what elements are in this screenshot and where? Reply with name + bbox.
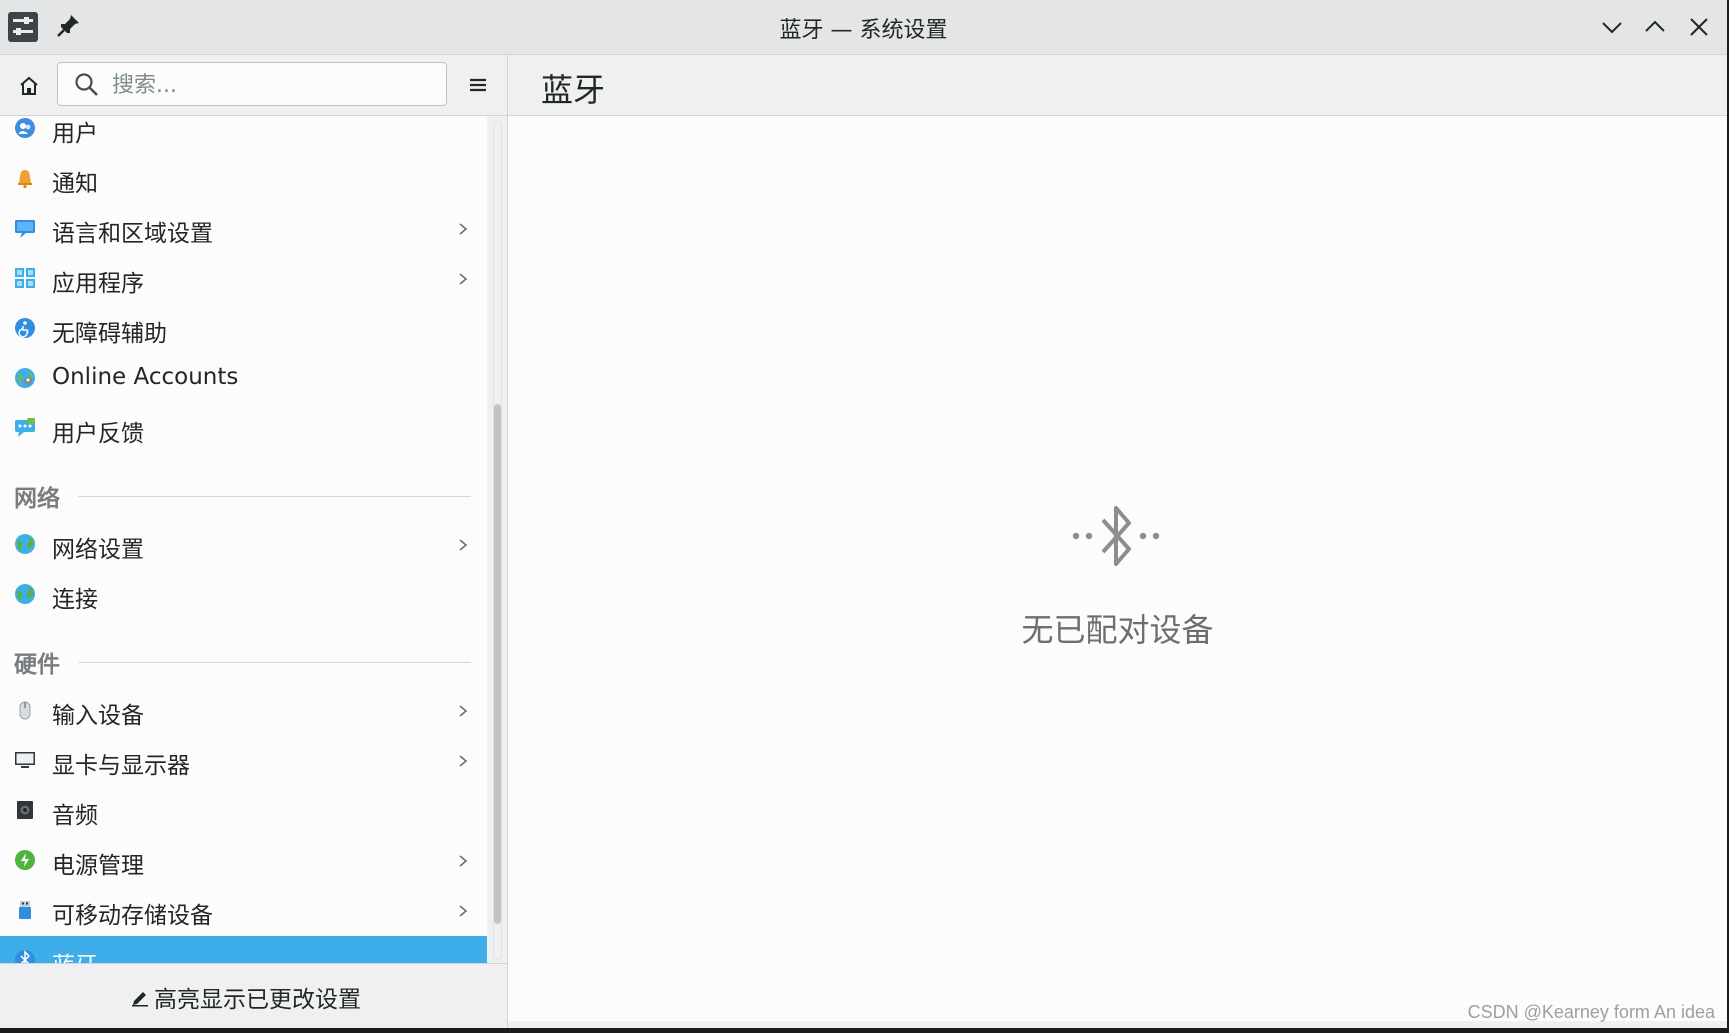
sidebar-item-user-feedback[interactable]: 用户反馈	[0, 404, 487, 454]
chevron-right-icon	[459, 905, 468, 917]
globe-icon	[15, 584, 35, 604]
edit-icon	[132, 992, 148, 1007]
bluetooth-icon	[1072, 506, 1160, 566]
sidebar-item-online-accounts[interactable]: Online Accounts	[0, 354, 487, 404]
chevron-right-icon	[459, 273, 468, 285]
section-hardware: 硬件	[0, 641, 487, 681]
section-divider	[78, 662, 471, 663]
bluetooth-icon	[15, 950, 35, 963]
search-input[interactable]	[110, 66, 434, 104]
online-accounts-icon	[15, 368, 35, 388]
page-header: 蓝牙	[508, 55, 1727, 116]
bell-icon	[18, 170, 32, 189]
globe-icon	[15, 534, 35, 554]
close-icon	[1690, 18, 1708, 36]
page-title: 蓝牙	[541, 71, 606, 109]
sidebar-item-display[interactable]: 显卡与显示器	[0, 736, 487, 786]
sidebar-item-accessibility[interactable]: 无障碍辅助	[0, 304, 487, 354]
window-title: 蓝牙 — 系统设置	[779, 18, 948, 43]
search-field[interactable]	[57, 62, 447, 106]
speaker-icon	[17, 801, 33, 819]
sidebar-toolbar	[0, 55, 507, 116]
chevron-right-icon	[459, 223, 468, 235]
title-bar[interactable]: 蓝牙 — 系统设置	[0, 0, 1727, 55]
no-paired-devices-message: 无已配对设备	[1021, 611, 1214, 649]
highlight-changed-settings-button[interactable]: 高亮显示已更改设置	[130, 979, 361, 1015]
search-icon	[75, 73, 98, 96]
chevron-right-icon	[459, 755, 468, 767]
chevron-down-icon	[1602, 22, 1622, 34]
minimize-button[interactable]	[1599, 14, 1625, 40]
home-button[interactable]	[16, 73, 42, 99]
chevron-right-icon	[459, 539, 468, 551]
maximize-button[interactable]	[1642, 14, 1668, 40]
monitor-icon	[15, 752, 35, 768]
watermark: CSDN @Kearney form An idea	[1467, 1002, 1715, 1022]
sidebar-footer: 高亮显示已更改设置	[0, 963, 507, 1028]
accessibility-icon	[15, 318, 35, 338]
sidebar-item-locale[interactable]: 语言和区域设置	[0, 204, 487, 254]
sidebar-item-network-settings[interactable]: 网络设置	[0, 520, 487, 570]
users-icon	[15, 118, 35, 138]
section-divider	[78, 496, 471, 497]
sidebar-item-removable-storage[interactable]: 可移动存储设备	[0, 886, 487, 936]
close-button[interactable]	[1686, 14, 1712, 40]
sidebar-item-notifications[interactable]: 通知	[0, 154, 487, 204]
mouse-icon	[19, 701, 31, 720]
sidebar-item-connections[interactable]: 连接	[0, 570, 487, 620]
hamburger-menu-icon	[470, 78, 486, 92]
usb-icon	[19, 901, 31, 919]
sidebar-list[interactable]: 用户 通知 语言和区域设置 应用程序 无障碍辅助 Online Accounts…	[0, 116, 487, 963]
feedback-icon	[15, 418, 35, 437]
sidebar-item-applications[interactable]: 应用程序	[0, 254, 487, 304]
settings-window: 蓝牙 — 系统设置 蓝牙 用户	[0, 0, 1727, 1028]
locale-icon	[15, 220, 35, 238]
power-icon	[15, 850, 35, 870]
sidebar-item-bluetooth[interactable]: 蓝牙	[0, 936, 487, 963]
sidebar-item-input-devices[interactable]: 输入设备	[0, 686, 487, 736]
sidebar-item-users[interactable]: 用户	[0, 116, 487, 154]
home-icon	[20, 76, 38, 95]
sidebar-item-audio[interactable]: 音频	[0, 786, 487, 836]
chevron-right-icon	[459, 855, 468, 867]
sidebar-item-power[interactable]: 电源管理	[0, 836, 487, 886]
apps-icon	[15, 268, 35, 288]
section-network: 网络	[0, 475, 487, 515]
bluetooth-page-content: 无已配对设备	[508, 116, 1727, 1021]
chevron-right-icon	[459, 705, 468, 717]
chevron-up-icon	[1645, 20, 1665, 32]
hamburger-menu-button[interactable]	[464, 71, 492, 99]
sidebar-scrollbar-thumb[interactable]	[494, 404, 501, 924]
